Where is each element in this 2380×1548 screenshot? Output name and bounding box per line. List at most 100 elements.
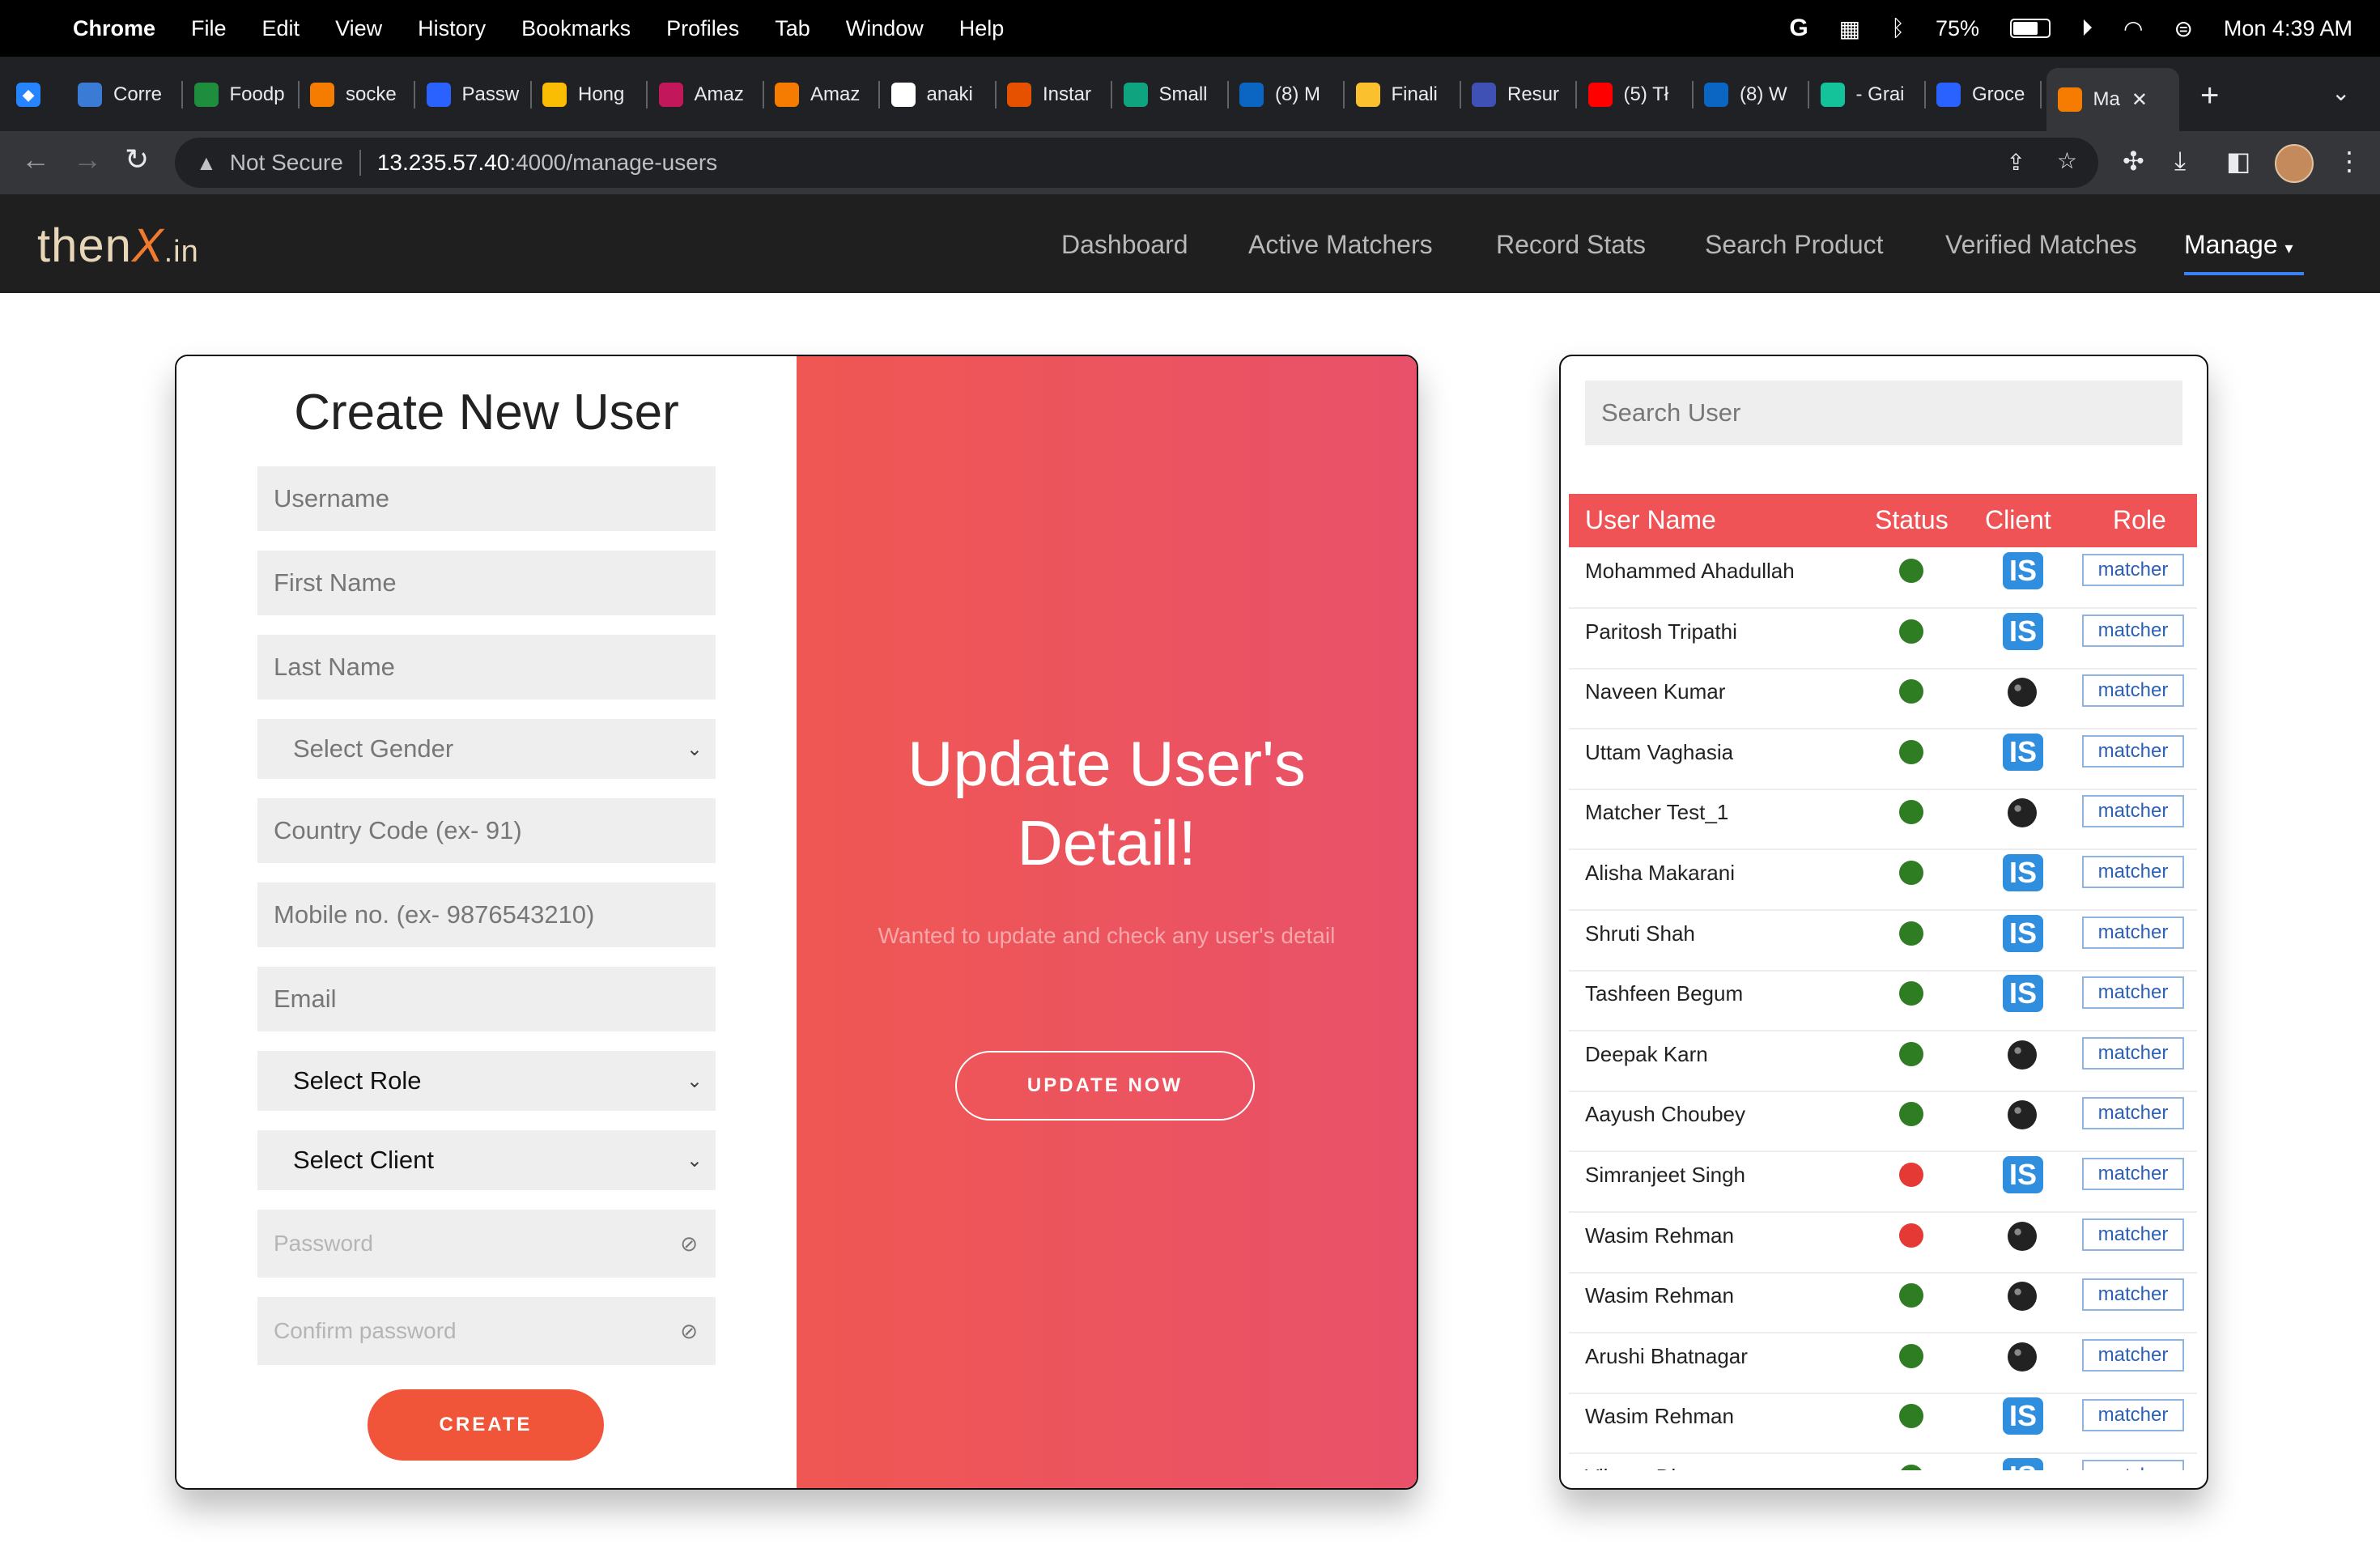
browser-tab[interactable]: Groce — [1936, 71, 2042, 118]
tab-search-chevron-icon[interactable]: ⌄ — [2331, 79, 2350, 106]
browser-tab[interactable]: Corre — [78, 71, 183, 118]
download-icon[interactable]: ⤓ — [2174, 146, 2186, 176]
role-badge[interactable]: matcher — [2082, 614, 2184, 647]
browser-tab[interactable]: Amaz — [658, 71, 764, 118]
back-arrow-icon[interactable]: ← — [21, 142, 50, 176]
chrome-menu-icon[interactable]: ⋮ — [2336, 146, 2362, 176]
menu-app-name[interactable]: Chrome — [73, 16, 155, 41]
now-playing-icon[interactable]: ⏵ — [2081, 15, 2093, 42]
browser-tab[interactable]: Small — [1123, 71, 1229, 118]
address-bar[interactable]: ▲ Not Secure 13.235.57.40 :4000/manage-u… — [175, 138, 2098, 188]
extensions-puzzle-icon[interactable]: ✣ — [2123, 146, 2144, 176]
table-row[interactable]: Wasim Rehman matcher — [1569, 1212, 2197, 1274]
role-badge[interactable]: matcher — [2082, 734, 2184, 768]
profile-avatar[interactable] — [2275, 144, 2314, 183]
table-row[interactable]: Paritosh Tripathi IS matcher — [1569, 608, 2197, 670]
browser-tab[interactable]: (8) M — [1239, 71, 1345, 118]
role-badge[interactable]: matcher — [2082, 1036, 2184, 1070]
tab-jira[interactable]: ◆ — [16, 71, 65, 118]
eye-slash-icon[interactable]: ⊘ — [680, 1319, 698, 1344]
eye-slash-icon[interactable]: ⊘ — [680, 1231, 698, 1257]
gender-select[interactable]: Select Gender ⌄ — [257, 719, 716, 779]
username-input[interactable]: Username — [257, 466, 716, 531]
nav-search-product[interactable]: Search Product — [1705, 230, 1884, 260]
bluetooth-icon[interactable]: ᛒ — [1891, 15, 1905, 41]
role-badge[interactable]: matcher — [2082, 674, 2184, 708]
browser-tab[interactable]: Hong — [542, 71, 648, 118]
new-tab-button[interactable]: + — [2200, 78, 2219, 114]
role-badge[interactable]: matcher — [2082, 1158, 2184, 1190]
reload-icon[interactable]: ↻ — [125, 142, 149, 176]
browser-tab[interactable]: (8) W — [1704, 71, 1809, 118]
table-row[interactable]: Mohammed Ahadullah IS matcher — [1569, 547, 2197, 609]
nav-active-matchers[interactable]: Active Matchers — [1248, 230, 1433, 260]
client-select[interactable]: Select Client ⌄ — [257, 1130, 716, 1190]
table-row[interactable]: Arushi Bhatnagar matcher — [1569, 1333, 2197, 1394]
menu-clock[interactable]: Mon 4:39 AM — [2224, 16, 2352, 41]
bookmark-star-icon[interactable]: ☆ — [2057, 147, 2077, 174]
browser-tab[interactable]: socke — [310, 71, 415, 118]
table-row[interactable]: Wasim Rehman matcher — [1569, 1272, 2197, 1334]
not-secure-label[interactable]: Not Secure — [230, 150, 343, 176]
browser-tab[interactable]: Finali — [1355, 71, 1461, 118]
browser-tab[interactable]: Passw — [426, 71, 532, 118]
side-panel-icon[interactable]: ◧ — [2226, 146, 2250, 176]
control-center-icon[interactable]: ⊜ — [2174, 15, 2192, 42]
keyboard-status-icon[interactable]: ▦ — [1839, 15, 1860, 42]
update-now-button[interactable]: UPDATE NOW — [955, 1051, 1255, 1121]
role-badge[interactable]: matcher — [2082, 1399, 2184, 1432]
nav-manage-dropdown[interactable]: Manage ▾ — [2184, 230, 2293, 260]
wifi-icon[interactable]: ◠ — [2123, 15, 2143, 42]
role-badge[interactable]: matcher — [2082, 1460, 2184, 1470]
password-input[interactable]: Password ⊘ — [257, 1210, 716, 1278]
table-row[interactable]: Aayush Choubey matcher — [1569, 1091, 2197, 1153]
role-badge[interactable]: matcher — [2082, 1218, 2184, 1251]
confirm-password-input[interactable]: Confirm password ⊘ — [257, 1297, 716, 1365]
battery-icon[interactable] — [2009, 19, 2051, 38]
warning-triangle-icon[interactable]: ▲ — [196, 151, 217, 176]
email-input[interactable]: Email — [257, 967, 716, 1031]
role-badge[interactable]: matcher — [2082, 1097, 2184, 1130]
menu-file[interactable]: File — [191, 16, 227, 41]
role-badge[interactable]: matcher — [2082, 795, 2184, 828]
role-select[interactable]: Select Role ⌄ — [257, 1051, 716, 1111]
nav-dashboard[interactable]: Dashboard — [1061, 230, 1188, 260]
browser-tab[interactable]: anaki — [890, 71, 997, 118]
thenx-logo[interactable]: thenX.in — [37, 219, 199, 273]
browser-tab[interactable]: Foodp — [193, 71, 300, 118]
browser-tab[interactable]: Instar — [1007, 71, 1112, 118]
search-user-input[interactable] — [1585, 381, 2182, 445]
menu-help[interactable]: Help — [959, 16, 1005, 41]
role-badge[interactable]: matcher — [2082, 1278, 2184, 1312]
table-row[interactable]: Uttam Vaghasia IS matcher — [1569, 729, 2197, 790]
forward-arrow-icon[interactable]: → — [73, 142, 102, 176]
first-name-input[interactable]: First Name — [257, 551, 716, 615]
menu-window[interactable]: Window — [846, 16, 924, 41]
role-badge[interactable]: matcher — [2082, 856, 2184, 888]
grammarly-status-icon[interactable]: G — [1789, 15, 1808, 42]
table-row[interactable]: Vikram Dhar IS matcher — [1569, 1453, 2197, 1470]
menu-view[interactable]: View — [335, 16, 382, 41]
last-name-input[interactable]: Last Name — [257, 635, 716, 700]
role-badge[interactable]: matcher — [2082, 554, 2184, 586]
browser-tab[interactable]: (5) Tł — [1587, 71, 1694, 118]
browser-tab[interactable]: Resur — [1472, 71, 1577, 118]
table-row[interactable]: Deepak Karn matcher — [1569, 1031, 2197, 1092]
share-icon[interactable]: ⇪ — [2007, 149, 2025, 176]
create-button[interactable]: CREATE — [368, 1389, 604, 1461]
table-row[interactable]: Alisha Makarani IS matcher — [1569, 849, 2197, 911]
role-badge[interactable]: matcher — [2082, 976, 2184, 1010]
nav-record-stats[interactable]: Record Stats — [1496, 230, 1646, 260]
close-tab-icon[interactable]: ✕ — [2131, 88, 2148, 112]
browser-tab[interactable]: Amaz — [775, 71, 880, 118]
country-code-input[interactable]: Country Code (ex- 91) — [257, 798, 716, 863]
menu-edit[interactable]: Edit — [262, 16, 300, 41]
browser-tab[interactable]: - Grai — [1820, 71, 1926, 118]
browser-tab[interactable]: Ma ✕ — [2046, 68, 2179, 131]
table-row[interactable]: Tashfeen Begum IS matcher — [1569, 970, 2197, 1032]
nav-verified-matches[interactable]: Verified Matches — [1945, 230, 2137, 260]
table-row[interactable]: Shruti Shah IS matcher — [1569, 910, 2197, 972]
menu-bookmarks[interactable]: Bookmarks — [521, 16, 631, 41]
role-badge[interactable]: matcher — [2082, 1338, 2184, 1372]
menu-profiles[interactable]: Profiles — [666, 16, 739, 41]
